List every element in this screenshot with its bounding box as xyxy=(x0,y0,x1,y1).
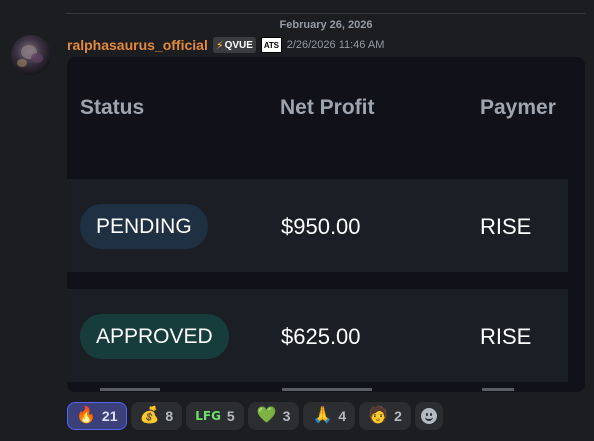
reaction-bar: 🔥 21 💰 8 LFG 5 💚 3 🙏 4 🧑 2 xyxy=(67,402,443,430)
reaction-count: 5 xyxy=(226,408,235,424)
reaction-fire[interactable]: 🔥 21 xyxy=(67,402,127,430)
cut-off-row xyxy=(100,386,160,392)
date-divider-label: February 26, 2026 xyxy=(273,19,379,31)
ats-badge-icon[interactable]: ATS xyxy=(260,37,282,53)
person-face-icon: 🧑 xyxy=(368,407,389,424)
reaction-count: 2 xyxy=(394,408,402,424)
reaction-count: 21 xyxy=(101,408,118,424)
status-badge-pending: PENDING xyxy=(80,204,208,249)
reaction-count: 4 xyxy=(338,408,347,424)
fire-icon: 🔥 xyxy=(76,407,96,424)
net-profit-value: $950.00 xyxy=(281,214,361,239)
reaction-praying-hands[interactable]: 🙏 4 xyxy=(303,402,356,430)
money-bag-icon: 💰 xyxy=(139,407,160,424)
date-divider: February 26, 2026 xyxy=(66,13,586,31)
lightning-icon: ⚡ xyxy=(215,39,224,52)
server-tag-label: QVUE xyxy=(224,39,253,51)
cut-off-row xyxy=(282,386,372,392)
column-header-net-profit: Net Profit xyxy=(280,96,375,119)
reaction-lfg[interactable]: LFG 5 xyxy=(186,402,244,430)
status-badge-approved: APPROVED xyxy=(80,314,229,359)
avatar[interactable] xyxy=(11,35,51,75)
cut-off-row xyxy=(482,386,514,392)
smiley-icon xyxy=(420,408,437,424)
payment-value: RISE xyxy=(480,324,532,349)
green-gem-icon: 💚 xyxy=(256,407,277,424)
column-header-payment: Paymer xyxy=(480,96,556,119)
reaction-money-bag[interactable]: 💰 8 xyxy=(130,402,183,430)
add-reaction-button[interactable] xyxy=(414,402,443,430)
reaction-count: 8 xyxy=(165,408,174,424)
reaction-green-gem[interactable]: 💚 3 xyxy=(247,402,300,430)
reaction-count: 3 xyxy=(282,408,291,424)
payment-value: RISE xyxy=(480,214,532,239)
message-header: ralphasaurus_official ⚡ QVUE ATS 2/26/20… xyxy=(67,36,384,54)
reaction-person-face[interactable]: 🧑 2 xyxy=(359,402,411,430)
net-profit-value: $625.00 xyxy=(281,324,361,349)
username[interactable]: ralphasaurus_official xyxy=(67,37,208,53)
server-tag[interactable]: ⚡ QVUE xyxy=(212,37,256,53)
lfg-icon: LFG xyxy=(195,409,221,423)
timestamp[interactable]: 2/26/2026 11:46 AM xyxy=(287,39,385,51)
column-header-status: Status xyxy=(80,96,145,119)
praying-hands-icon: 🙏 xyxy=(312,407,333,424)
